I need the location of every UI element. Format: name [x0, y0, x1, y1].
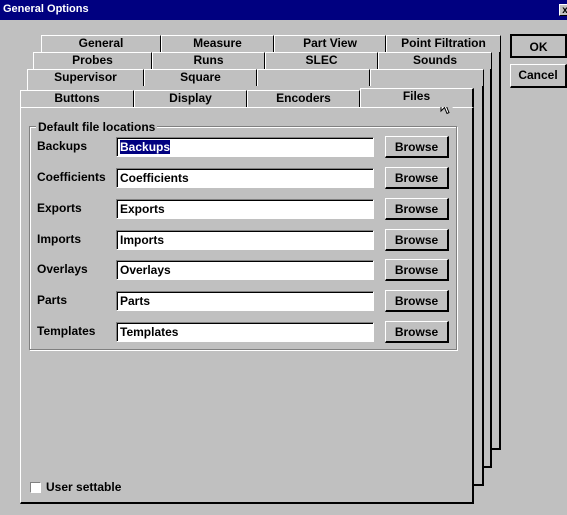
tab-square[interactable]: Square — [144, 69, 257, 86]
templates-label: Templates — [37, 324, 96, 338]
backups-field[interactable]: Backups — [116, 137, 374, 157]
backups-value: Backups — [120, 140, 171, 154]
templates-field[interactable]: Templates — [116, 322, 374, 342]
tab-display[interactable]: Display — [134, 90, 247, 107]
tab-general[interactable]: General — [41, 35, 161, 52]
cancel-button[interactable]: Cancel — [510, 64, 567, 88]
tab-supervisor[interactable]: Supervisor — [27, 69, 144, 86]
title-bar: General Options x — [0, 0, 567, 20]
imports-field[interactable]: Imports — [116, 230, 374, 250]
parts-field[interactable]: Parts — [116, 291, 374, 311]
tab-blank-2[interactable] — [370, 69, 484, 86]
tab-runs[interactable]: Runs — [152, 52, 265, 69]
coefficients-field[interactable]: Coefficients — [116, 168, 374, 188]
exports-field[interactable]: Exports — [116, 199, 374, 219]
exports-label: Exports — [37, 201, 82, 215]
parts-browse-button[interactable]: Browse — [385, 290, 449, 312]
tab-probes[interactable]: Probes — [33, 52, 152, 69]
coefficients-browse-button[interactable]: Browse — [385, 167, 449, 189]
overlays-browse-button[interactable]: Browse — [385, 259, 449, 281]
backups-label: Backups — [37, 139, 88, 153]
coefficients-label: Coefficients — [37, 170, 106, 184]
window-title: General Options — [3, 3, 89, 15]
overlays-field[interactable]: Overlays — [116, 260, 374, 280]
tab-sounds[interactable]: Sounds — [378, 52, 492, 69]
general-options-window: General Options x General Measure Part V… — [0, 0, 567, 515]
tab-point-filtration[interactable]: Point Filtration — [386, 35, 501, 52]
tab-files[interactable]: Files — [360, 88, 474, 107]
imports-label: Imports — [37, 232, 82, 246]
exports-browse-button[interactable]: Browse — [385, 198, 449, 220]
backups-browse-button[interactable]: Browse — [385, 136, 449, 158]
tab-buttons[interactable]: Buttons — [20, 90, 134, 107]
user-settable-label[interactable]: User settable — [46, 480, 121, 494]
close-button[interactable]: x — [559, 4, 567, 16]
imports-browse-button[interactable]: Browse — [385, 229, 449, 251]
tab-encoders[interactable]: Encoders — [247, 90, 360, 107]
user-settable-checkbox[interactable] — [30, 482, 41, 493]
tab-blank-1[interactable] — [257, 69, 370, 86]
tab-slec[interactable]: SLEC — [265, 52, 378, 69]
tab-measure[interactable]: Measure — [161, 35, 274, 52]
parts-label: Parts — [37, 293, 68, 307]
group-label: Default file locations — [36, 120, 158, 134]
ok-button[interactable]: OK — [510, 34, 567, 58]
templates-browse-button[interactable]: Browse — [385, 321, 449, 343]
tab-part-view[interactable]: Part View — [274, 35, 386, 52]
overlays-label: Overlays — [37, 262, 88, 276]
